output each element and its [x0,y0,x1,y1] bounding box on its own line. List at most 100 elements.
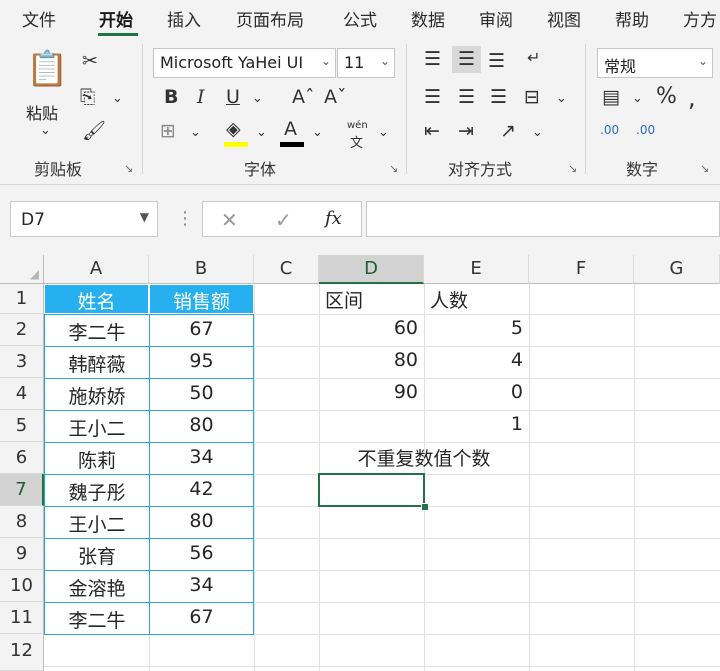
paste-label[interactable]: 粘贴 [26,100,58,124]
table-cell-name[interactable]: 张育 [44,538,150,571]
fill-color-icon[interactable]: ◈ [226,120,241,139]
cell-e4[interactable]: 0 [424,378,529,410]
bold-button[interactable]: B [164,88,178,107]
column-header-a[interactable]: A [44,255,149,284]
decrease-decimal-icon[interactable]: .00 [636,124,655,136]
copy-dropdown-icon[interactable]: ⌄ [112,92,123,105]
decrease-font-icon[interactable]: Aˇ [324,88,347,107]
number-launcher-icon[interactable]: ↘ [700,162,709,175]
border-dropdown-icon[interactable]: ⌄ [190,126,201,139]
comma-style-icon[interactable]: , [688,86,696,110]
font-name-combo[interactable]: Microsoft YaHei UI ⌄ [153,48,336,78]
copy-icon[interactable]: ⎘ [80,88,95,107]
row-header-4[interactable]: 4 [0,378,44,410]
tab-formulas[interactable]: 公式 [343,6,377,31]
increase-decimal-icon[interactable]: .00 [600,124,619,136]
table-cell-name[interactable]: 李二牛 [44,602,150,635]
align-middle-icon[interactable]: ☰ [452,46,482,73]
cut-icon[interactable]: ✂ [82,52,98,71]
format-painter-icon[interactable]: 🖌 [82,122,106,141]
table-cell-name[interactable]: 魏子彤 [44,474,150,507]
table-cell-sales[interactable]: 42 [149,474,254,507]
font-color-button[interactable]: A [284,120,297,139]
orientation-icon[interactable]: ↗ [500,122,516,141]
table-cell-sales[interactable]: 50 [149,378,254,411]
table-cell-sales[interactable]: 34 [149,570,254,603]
table-cell-sales[interactable]: 80 [149,410,254,443]
row-header-10[interactable]: 10 [0,570,44,602]
align-center-icon[interactable]: ☰ [458,88,475,107]
table-cell-name[interactable]: 王小二 [44,410,150,443]
row-header-5[interactable]: 5 [0,410,44,442]
distinct-count-label[interactable]: 不重复数值个数 [319,442,529,474]
orientation-dropdown-icon[interactable]: ⌄ [532,126,543,139]
table-cell-sales[interactable]: 67 [149,314,254,347]
row-header-7[interactable]: 7 [0,474,44,506]
row-header-11[interactable]: 11 [0,602,44,634]
table-cell-sales[interactable]: 95 [149,346,254,379]
phonetic-dropdown-icon[interactable]: ⌄ [378,126,389,139]
border-icon[interactable]: ⊞ [160,122,176,141]
align-right-icon[interactable]: ☰ [490,88,507,107]
tab-review[interactable]: 审阅 [479,6,513,31]
column-header-c[interactable]: C [254,255,319,284]
row-header-6[interactable]: 6 [0,442,44,474]
row-header-3[interactable]: 3 [0,346,44,378]
table-cell-name[interactable]: 施娇娇 [44,378,150,411]
cell-d2[interactable]: 60 [319,314,424,346]
table-header-name[interactable]: 姓名 [44,284,149,314]
align-top-icon[interactable]: ☰ [424,50,441,69]
tab-home[interactable]: 开始 [99,6,133,31]
tab-file[interactable]: 文件 [22,6,56,31]
select-all-corner[interactable]: ◢ [0,255,44,284]
column-header-g[interactable]: G [634,255,720,284]
cell-e3[interactable]: 4 [424,346,529,378]
tab-help[interactable]: 帮助 [615,6,649,31]
column-header-f[interactable]: F [529,255,634,284]
cell-d3[interactable]: 80 [319,346,424,378]
paste-dropdown-icon[interactable]: ⌄ [40,124,51,137]
merge-dropdown-icon[interactable]: ⌄ [556,92,567,105]
table-header-sales[interactable]: 销售额 [149,284,254,314]
table-cell-name[interactable]: 王小二 [44,506,150,539]
table-cell-sales[interactable]: 34 [149,442,254,475]
column-header-b[interactable]: B [149,255,254,284]
name-box-dropdown-icon[interactable]: ▼ [140,210,149,224]
column-header-d[interactable]: D [319,255,424,284]
phonetic-top[interactable]: wén [347,120,368,131]
table-cell-name[interactable]: 韩醉薇 [44,346,150,379]
tab-view[interactable]: 视图 [547,6,581,31]
number-format-combo[interactable]: 常规 ⌄ [597,48,713,78]
font-size-combo[interactable]: 11 ⌄ [337,48,395,78]
fill-dropdown-icon[interactable]: ⌄ [256,126,267,139]
cell-e1[interactable]: 人数 [424,284,529,314]
cell-e5[interactable]: 1 [424,410,529,442]
font-launcher-icon[interactable]: ↘ [389,162,398,175]
align-bottom-icon[interactable]: ☰ [488,52,505,71]
alignment-launcher-icon[interactable]: ↘ [568,162,577,175]
underline-dropdown-icon[interactable]: ⌄ [252,92,263,105]
table-cell-sales[interactable]: 56 [149,538,254,571]
row-header-1[interactable]: 1 [0,284,44,314]
align-left-icon[interactable]: ☰ [424,88,441,107]
column-header-e[interactable]: E [424,255,529,284]
decrease-indent-icon[interactable]: ⇤ [424,122,440,141]
table-cell-sales[interactable]: 67 [149,602,254,635]
underline-button[interactable]: U [226,88,240,107]
row-header-9[interactable]: 9 [0,538,44,570]
cell-d1[interactable]: 区间 [319,284,424,314]
font-color-dropdown-icon[interactable]: ⌄ [312,126,323,139]
fill-handle[interactable] [421,503,429,511]
phonetic-guide-icon[interactable]: 文 [350,132,363,151]
table-cell-name[interactable]: 金溶艳 [44,570,150,603]
accounting-format-icon[interactable]: ▤ [602,88,620,107]
table-cell-name[interactable]: 陈莉 [44,442,150,475]
cell-d4[interactable]: 90 [319,378,424,410]
name-box[interactable]: D7 ▼ [10,201,158,237]
increase-indent-icon[interactable]: ⇥ [458,122,474,141]
tab-data[interactable]: 数据 [411,6,445,31]
formula-input[interactable] [366,201,720,237]
percent-icon[interactable]: % [656,86,677,108]
merge-center-icon[interactable]: ⊟ [524,88,540,107]
accounting-dropdown-icon[interactable]: ⌄ [632,92,643,105]
